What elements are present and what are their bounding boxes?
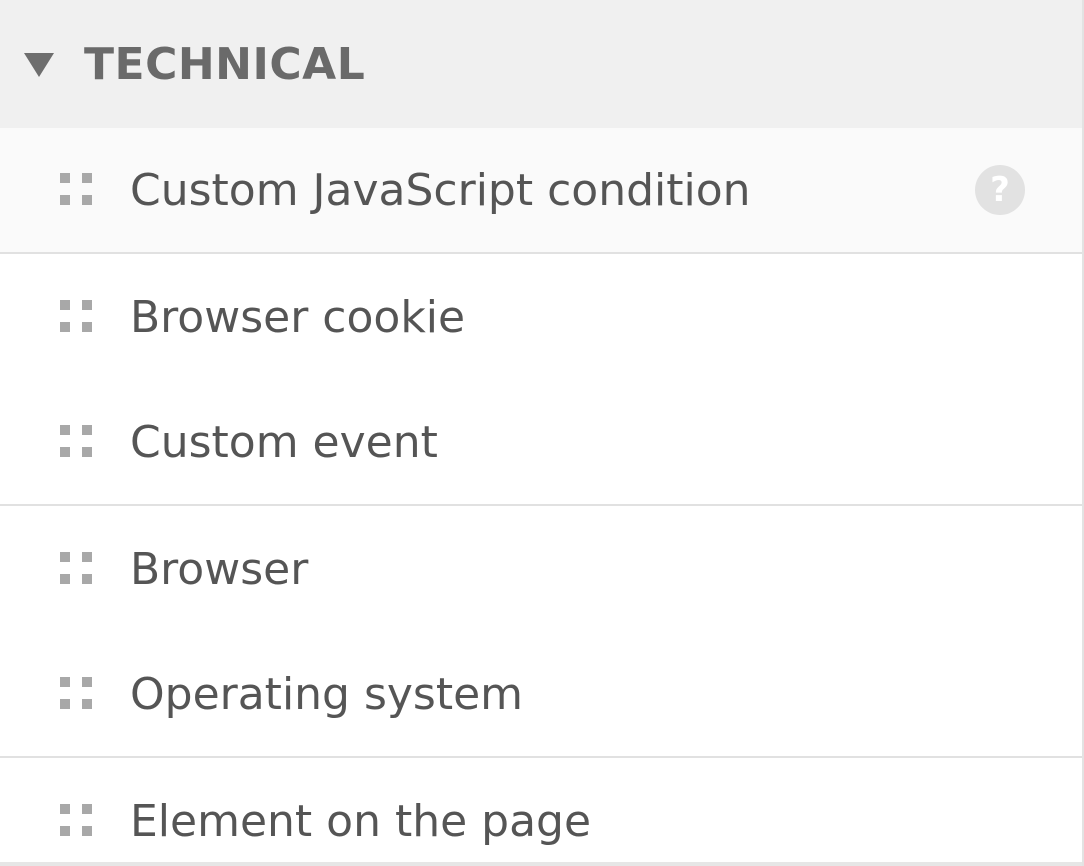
- item-label: Custom event: [130, 416, 438, 468]
- list-item-browser[interactable]: Browser: [0, 506, 1082, 632]
- list-item-custom-event[interactable]: Custom event: [0, 380, 1082, 506]
- drag-handle-icon[interactable]: [60, 552, 94, 586]
- panel-bottom-border: [0, 862, 1082, 866]
- drag-handle-icon[interactable]: [60, 677, 94, 711]
- condition-list: Custom JavaScript condition ? Browser co…: [0, 128, 1082, 866]
- list-item-browser-cookie[interactable]: Browser cookie: [0, 254, 1082, 380]
- question-icon[interactable]: ?: [975, 165, 1025, 215]
- section-header-technical[interactable]: TECHNICAL: [0, 0, 1082, 128]
- list-item-custom-javascript-condition[interactable]: Custom JavaScript condition ?: [0, 128, 1082, 254]
- item-label: Browser: [130, 543, 309, 595]
- drag-handle-icon[interactable]: [60, 173, 94, 207]
- drag-handle-icon[interactable]: [60, 804, 94, 838]
- conditions-panel: TECHNICAL Custom JavaScript condition ? …: [0, 0, 1084, 866]
- item-label: Custom JavaScript condition: [130, 164, 751, 216]
- section-title: TECHNICAL: [84, 38, 366, 90]
- item-label: Operating system: [130, 668, 524, 720]
- item-label: Element on the page: [130, 795, 592, 847]
- drag-handle-icon[interactable]: [60, 425, 94, 459]
- list-item-element-on-the-page[interactable]: Element on the page: [0, 758, 1082, 866]
- list-item-operating-system[interactable]: Operating system: [0, 632, 1082, 758]
- item-label: Browser cookie: [130, 291, 466, 343]
- drag-handle-icon[interactable]: [60, 300, 94, 334]
- caret-down-icon[interactable]: [24, 53, 54, 77]
